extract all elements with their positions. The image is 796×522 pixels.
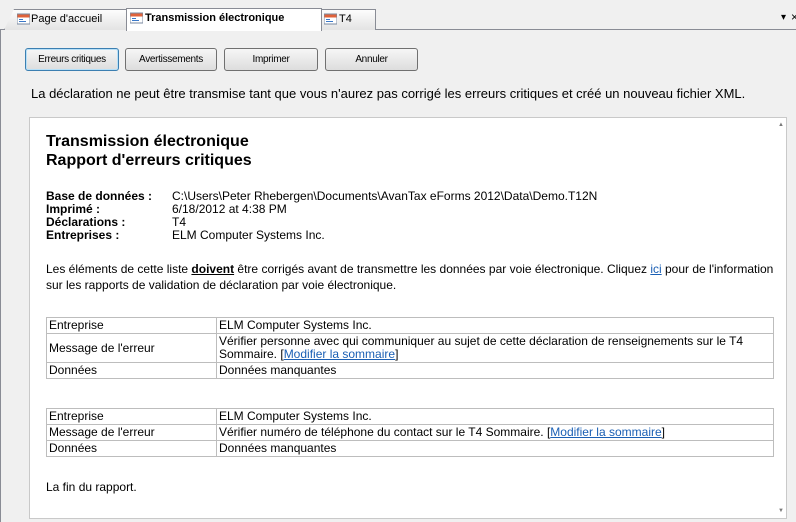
intro-text: Les éléments de cette liste — [46, 262, 192, 276]
tab-page-accueil[interactable]: Page d'accueil — [4, 9, 128, 30]
message-text: Vérifier numéro de téléphone du contact … — [219, 425, 551, 439]
vertical-scrollbar[interactable]: ▲ ▼ — [775, 118, 786, 518]
meta-value: ELM Computer Systems Inc. — [172, 228, 325, 242]
report-meta: Base de données : C:\Users\Peter Rheberg… — [46, 190, 597, 242]
edit-summary-link[interactable]: Modifier la sommaire — [284, 347, 395, 361]
meta-key: Entreprises : — [46, 228, 120, 242]
print-button[interactable]: Imprimer — [224, 48, 318, 71]
cancel-button[interactable]: Annuler — [325, 48, 418, 71]
table-row: Entreprise ELM Computer Systems Inc. — [46, 317, 774, 334]
tab-t4[interactable]: T4 — [320, 9, 376, 30]
message-label: Message de l'erreur — [46, 333, 217, 363]
message-value: Vérifier personne avec qui communiquer a… — [216, 333, 774, 363]
tab-list-dropdown-icon[interactable]: ▾ — [781, 12, 786, 23]
report-subtitle: Rapport d'erreurs critiques — [46, 152, 252, 169]
error-table: Entreprise ELM Computer Systems Inc. Mes… — [46, 408, 774, 457]
meta-row-database: Base de données : C:\Users\Peter Rheberg… — [46, 190, 597, 203]
company-value: ELM Computer Systems Inc. — [216, 408, 774, 425]
transmission-panel: Erreurs critiques Avertissements Imprime… — [0, 30, 796, 522]
tab-transmission-electronique[interactable]: Transmission électronique — [126, 8, 322, 31]
close-tab-icon[interactable]: × — [791, 10, 796, 24]
form-icon — [17, 13, 30, 25]
critical-errors-button[interactable]: Erreurs critiques — [25, 48, 119, 71]
meta-row-companies: Entreprises : ELM Computer Systems Inc. — [46, 229, 597, 242]
report-end-text: La fin du rapport. — [46, 480, 137, 494]
scroll-up-icon[interactable]: ▲ — [778, 122, 784, 128]
error-table: Entreprise ELM Computer Systems Inc. Mes… — [46, 317, 774, 379]
tab-label: Page d'accueil — [31, 13, 103, 25]
data-label: Données — [46, 440, 217, 457]
table-row: Message de l'erreur Vérifier personne av… — [46, 333, 774, 363]
meta-row-printed: Imprimé : 6/18/2012 at 4:38 PM — [46, 203, 597, 216]
table-row: Données Données manquantes — [46, 362, 774, 379]
intro-emphasis: doivent — [191, 262, 235, 276]
data-value: Données manquantes — [216, 440, 774, 457]
meta-value: 6/18/2012 at 4:38 PM — [172, 202, 287, 216]
warnings-button[interactable]: Avertissements — [125, 48, 217, 71]
data-value: Données manquantes — [216, 362, 774, 379]
report-viewer[interactable]: Transmission électronique Rapport d'erre… — [29, 117, 787, 519]
scroll-down-icon[interactable]: ▼ — [778, 508, 784, 514]
edit-summary-link[interactable]: Modifier la sommaire — [550, 425, 661, 439]
document-tabstrip: Page d'accueil Transmission électronique… — [0, 0, 796, 31]
report-intro: Les éléments de cette liste doivent être… — [46, 261, 776, 293]
help-link[interactable]: ici — [650, 262, 661, 276]
company-value: ELM Computer Systems Inc. — [216, 317, 774, 334]
tab-label: T4 — [339, 13, 352, 25]
message-text: ] — [661, 425, 666, 439]
transmission-notice: La déclaration ne peut être transmise ta… — [31, 86, 746, 101]
company-label: Entreprise — [46, 408, 217, 425]
form-icon — [324, 13, 337, 25]
message-label: Message de l'erreur — [46, 424, 217, 441]
table-row: Message de l'erreur Vérifier numéro de t… — [46, 424, 774, 441]
message-value: Vérifier numéro de téléphone du contact … — [216, 424, 774, 441]
form-icon — [130, 12, 143, 24]
intro-text: être corrigés avant de transmettre les d… — [234, 262, 651, 276]
report-title: Transmission électronique — [46, 133, 249, 150]
data-label: Données — [46, 362, 217, 379]
company-label: Entreprise — [46, 317, 217, 334]
message-text: ] — [395, 347, 399, 361]
tab-label: Transmission électronique — [145, 12, 285, 24]
table-row: Entreprise ELM Computer Systems Inc. — [46, 408, 774, 425]
table-row: Données Données manquantes — [46, 440, 774, 457]
